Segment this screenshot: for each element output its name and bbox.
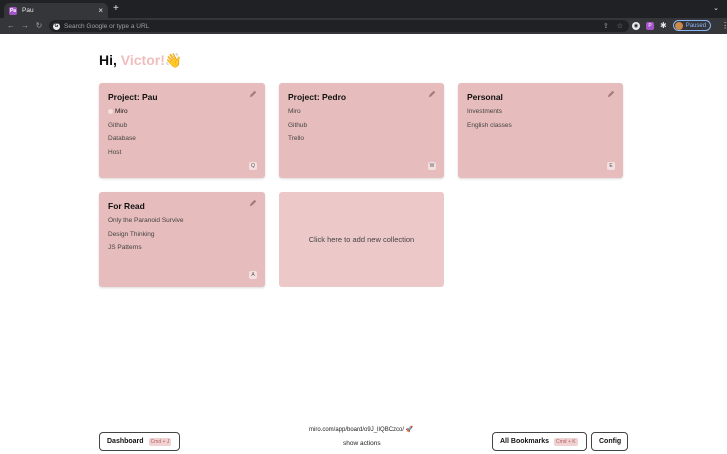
collection-links: Only the Paranoid Survive Design Thinkin… (108, 214, 184, 255)
collection-card-for-read[interactable]: For Read Only the Paranoid Survive Desig… (99, 192, 265, 287)
profile-avatar (674, 21, 683, 30)
back-arrow-icon[interactable]: ← (4, 22, 18, 30)
all-bookmarks-label: All Bookmarks (500, 438, 550, 445)
bookmark-star-icon[interactable]: ☆ (617, 22, 623, 30)
greeting-heading: Hi, Victor!👋 (99, 52, 182, 69)
pencil-icon[interactable] (607, 90, 615, 98)
config-label: Config (599, 438, 622, 445)
add-collection-button[interactable]: Click here to add new collection (279, 192, 444, 287)
collection-title: Project: Pedro (288, 92, 347, 102)
collection-link[interactable]: Miro (288, 105, 307, 119)
extensions-puzzle-icon[interactable]: ✱ (660, 21, 667, 30)
collection-link[interactable]: Trello (288, 132, 307, 146)
tab-search-button[interactable]: ⌄ (713, 5, 719, 12)
shortcut-key-badge: W (428, 162, 436, 170)
reload-icon[interactable]: ↻ (32, 22, 46, 30)
tab-close-icon[interactable]: × (98, 6, 103, 15)
browser-tab-strip: Pa Pau × + ⌄ (0, 0, 727, 18)
collection-card-project-pedro[interactable]: Project: Pedro Miro Github Trello W (279, 83, 444, 178)
collection-link[interactable]: Github (108, 119, 136, 133)
extension-globe-icon[interactable]: ◉ (632, 21, 640, 30)
address-bar-placeholder: Search Google or type a URL (64, 22, 150, 30)
collection-link[interactable]: Github (288, 119, 307, 133)
collection-link[interactable]: Database (108, 132, 136, 146)
collection-link[interactable]: JS Patterns (108, 241, 184, 255)
show-actions-link[interactable]: show actions (343, 440, 381, 447)
collection-links: Investments English classes (467, 105, 512, 132)
browser-toolbar: ← → ↻ G Search Google or type a URL ⇪ ☆ … (0, 18, 727, 34)
collection-title: Project: Pau (108, 92, 158, 102)
dashboard-label: Dashboard (107, 438, 144, 445)
app-favicon-icon: Pa (9, 6, 17, 15)
browser-menu-icon[interactable]: ⋮ (721, 21, 727, 30)
collection-link[interactable]: Miro (108, 105, 136, 119)
collection-title: Personal (467, 92, 503, 102)
address-bar[interactable]: G Search Google or type a URL ⇪ ☆ (49, 20, 629, 32)
share-icon[interactable]: ⇪ (603, 22, 609, 30)
dashboard-shortcut-badge: Cmd + J (148, 437, 172, 446)
shortcut-key-badge: E (607, 162, 615, 170)
config-button[interactable]: Config (591, 432, 628, 451)
profile-status-label: Paused (685, 22, 707, 29)
new-tab-button[interactable]: + (113, 4, 119, 14)
collection-link[interactable]: English classes (467, 119, 512, 133)
add-collection-label: Click here to add new collection (308, 235, 415, 244)
all-bookmarks-shortcut-badge: Cmd + K (554, 437, 578, 446)
selected-dot-icon (108, 109, 113, 115)
greeting-prefix: Hi, (99, 52, 121, 68)
profile-button[interactable]: Paused (672, 20, 712, 31)
dashboard-button[interactable]: Dashboard Cmd + J (99, 432, 180, 451)
pencil-icon[interactable] (249, 199, 257, 207)
pencil-icon[interactable] (428, 90, 436, 98)
collection-link[interactable]: Host (108, 146, 136, 160)
all-bookmarks-button[interactable]: All Bookmarks Cmd + K (492, 432, 587, 451)
current-bookmark-url[interactable]: miro.com/app/board/o9J_lIQBCzco/ 🚀 (309, 426, 413, 433)
extension-app-icon[interactable]: P (646, 21, 654, 30)
collection-link[interactable]: Only the Paranoid Survive (108, 214, 184, 228)
collection-link[interactable]: Design Thinking (108, 228, 184, 242)
pencil-icon[interactable] (249, 90, 257, 98)
browser-tab[interactable]: Pa Pau × (4, 3, 108, 18)
user-name: Victor! (120, 52, 165, 68)
shortcut-key-badge: A (249, 271, 257, 279)
collection-links: Miro Github Trello (288, 105, 307, 146)
forward-arrow-icon[interactable]: → (18, 22, 32, 30)
collection-link[interactable]: Investments (467, 105, 512, 119)
collection-card-project-pau[interactable]: Project: Pau Miro Github Database Host Q (99, 83, 265, 178)
collection-card-personal[interactable]: Personal Investments English classes E (458, 83, 623, 178)
tab-title: Pau (22, 7, 34, 14)
google-icon: G (53, 22, 60, 30)
wave-emoji: 👋 (164, 52, 183, 68)
collection-links: Miro Github Database Host (108, 105, 136, 159)
collection-title: For Read (108, 201, 145, 211)
shortcut-key-badge: Q (249, 162, 257, 170)
